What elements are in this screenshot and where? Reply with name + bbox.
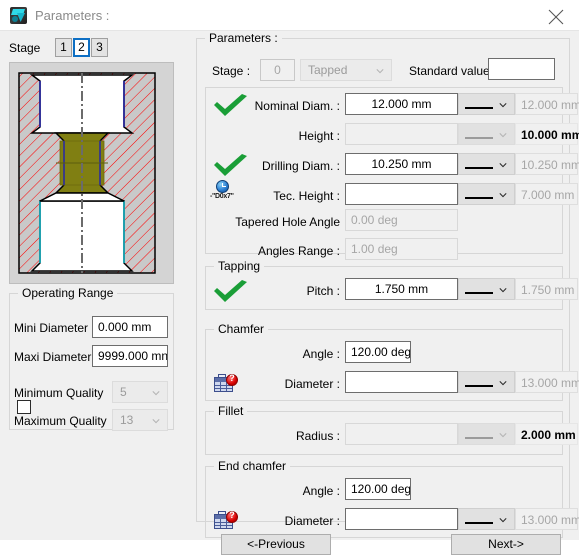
fillet-radius-input — [345, 423, 458, 445]
tec-height-readout: 7.000 mm — [515, 183, 578, 205]
mini-diameter-input[interactable]: 0.000 mm — [92, 316, 168, 338]
parameters-legend: Parameters : — [205, 31, 282, 45]
chevron-down-icon — [499, 381, 507, 386]
param-stage-value: 0 — [260, 59, 295, 81]
stage-tab-2[interactable]: 2 — [73, 38, 90, 57]
drilling-diam-label: Drilling Diam. : — [261, 159, 340, 173]
hole-section-svg — [18, 72, 156, 274]
quality-checkbox[interactable] — [17, 400, 31, 414]
fillet-legend: Fillet — [214, 404, 248, 418]
window-title: Parameters : — [35, 8, 110, 23]
end-chamfer-legend: End chamfer — [214, 459, 291, 473]
hole-section-drawing — [9, 62, 174, 284]
angles-range-label: Angles Range : — [257, 244, 340, 258]
stage-tab-3[interactable]: 3 — [91, 38, 108, 57]
tapered-hole-angle-label: Tapered Hole Angle — [235, 215, 340, 229]
pitch-input[interactable]: 1.750 mm — [345, 278, 458, 300]
param-stage-label: Stage : — [212, 64, 251, 78]
chevron-down-icon — [499, 133, 507, 138]
title-bar: Parameters : — [0, 0, 579, 31]
mini-diameter-label: Mini Diameter — [14, 321, 89, 335]
end-chamfer-diameter-label: Diameter : — [284, 514, 340, 528]
chevron-down-icon — [499, 103, 507, 108]
chevron-down-icon — [152, 419, 160, 424]
angles-range-input: 1.00 deg — [345, 238, 458, 260]
tapping-legend: Tapping — [214, 259, 265, 273]
chevron-down-icon — [376, 69, 384, 74]
fillet-subgroup: Fillet Radius : 2.000 mm — [205, 404, 578, 455]
nominal-diam-readout: 12.000 mm — [515, 93, 579, 115]
chamfer-diameter-select[interactable] — [458, 371, 515, 393]
chevron-down-icon — [152, 391, 160, 396]
minimum-quality-label: Minimum Quality — [14, 386, 104, 400]
nominal-diam-label: Nominal Diam. : — [254, 99, 340, 113]
fillet-radius-label: Radius : — [295, 429, 340, 443]
end-chamfer-diameter-readout: 13.000 mm — [515, 508, 579, 530]
chamfer-angle-label: Angle : — [302, 347, 340, 361]
height-select — [458, 123, 515, 145]
pitch-readout: 1.750 mm — [515, 278, 578, 300]
chamfer-diameter-input[interactable] — [345, 371, 458, 393]
tec-height-input[interactable] — [345, 183, 458, 205]
end-chamfer-angle-label: Angle : — [302, 484, 340, 498]
chamfer-subgroup: Chamfer Angle : 120.00 deg ? Diameter : — [205, 322, 579, 401]
fillet-radius-readout: 2.000 mm — [515, 423, 578, 445]
tec-height-icon-caption: -"D0x7" — [210, 193, 234, 200]
height-label: Height : — [298, 129, 340, 143]
end-chamfer-subgroup: End chamfer Angle : 120.00 deg ? Diamete… — [205, 459, 579, 538]
end-chamfer-diameter-input[interactable] — [345, 508, 458, 530]
pitch-select[interactable] — [458, 278, 515, 300]
chevron-down-icon — [499, 193, 507, 198]
operating-range-legend: Operating Range — [18, 286, 118, 300]
previous-button[interactable]: <-Previous — [221, 534, 331, 555]
tec-height-label: Tec. Height : — [273, 189, 340, 203]
hole-type-value: Tapped — [308, 63, 348, 77]
chevron-down-icon — [499, 518, 507, 523]
next-button[interactable]: Next-> — [451, 534, 561, 555]
minimum-quality-select[interactable]: 5 — [112, 381, 168, 403]
chevron-down-icon — [499, 163, 507, 168]
dialog-body: Stage 1 2 3 Operating Range Mini Diamete… — [0, 31, 579, 555]
tapered-hole-angle-input: 0.00 deg — [345, 209, 458, 231]
maxi-diameter-input[interactable]: 9999.000 mn — [92, 345, 168, 367]
drilling-diam-select[interactable] — [458, 153, 515, 175]
minimum-quality-value: 5 — [120, 385, 127, 399]
chamfer-diameter-readout: 13.000 mm — [515, 371, 579, 393]
pitch-label: Pitch : — [306, 284, 340, 298]
chamfer-angle-input[interactable]: 120.00 deg — [345, 341, 411, 363]
maximum-quality-value: 13 — [120, 413, 134, 427]
parameters-group: Parameters : Stage : 0 Tapped Standard v… — [196, 31, 579, 538]
close-button[interactable] — [533, 0, 579, 31]
hole-type-select[interactable]: Tapped — [300, 59, 392, 81]
fillet-radius-select — [458, 423, 515, 445]
maximum-quality-label: Maximum Quality — [14, 414, 107, 428]
app-icon — [10, 7, 27, 24]
chevron-down-icon — [499, 288, 507, 293]
close-icon — [548, 9, 564, 25]
operating-range-group: Operating Range Mini Diameter 0.000 mm M… — [9, 286, 174, 431]
tapping-subgroup: Tapping Pitch : 1.750 mm 1.750 mm — [205, 259, 578, 310]
stage-label: Stage — [9, 41, 41, 55]
drilling-diam-readout: 10.250 mm — [515, 153, 579, 175]
end-chamfer-table-question-icon: ? — [214, 510, 238, 531]
tec-height-select[interactable] — [458, 183, 515, 205]
nominal-diam-input[interactable]: 12.000 mm — [345, 93, 458, 115]
maximum-quality-select[interactable]: 13 — [112, 409, 168, 431]
height-input — [345, 123, 458, 145]
stage-tab-1[interactable]: 1 — [55, 38, 72, 57]
standard-value-input[interactable] — [488, 58, 555, 80]
height-readout: 10.000 mm — [515, 123, 579, 145]
tec-height-clock-icon: -"D0x7" — [210, 180, 236, 206]
nominal-diam-select[interactable] — [458, 93, 515, 115]
chamfer-table-question-icon: ? — [214, 373, 238, 394]
end-chamfer-angle-input[interactable]: 120.00 deg — [345, 478, 411, 500]
drilling-diam-input[interactable]: 10.250 mm — [345, 153, 458, 175]
chamfer-diameter-label: Diameter : — [284, 377, 340, 391]
chevron-down-icon — [499, 433, 507, 438]
maxi-diameter-label: Maxi Diameter — [14, 350, 92, 364]
end-chamfer-diameter-select[interactable] — [458, 508, 515, 530]
standard-value-label: Standard value : — [409, 64, 497, 78]
chamfer-legend: Chamfer — [214, 322, 269, 336]
dimensions-subgroup: Nominal Diam. : 12.000 mm 12.000 mm Heig… — [205, 87, 579, 260]
